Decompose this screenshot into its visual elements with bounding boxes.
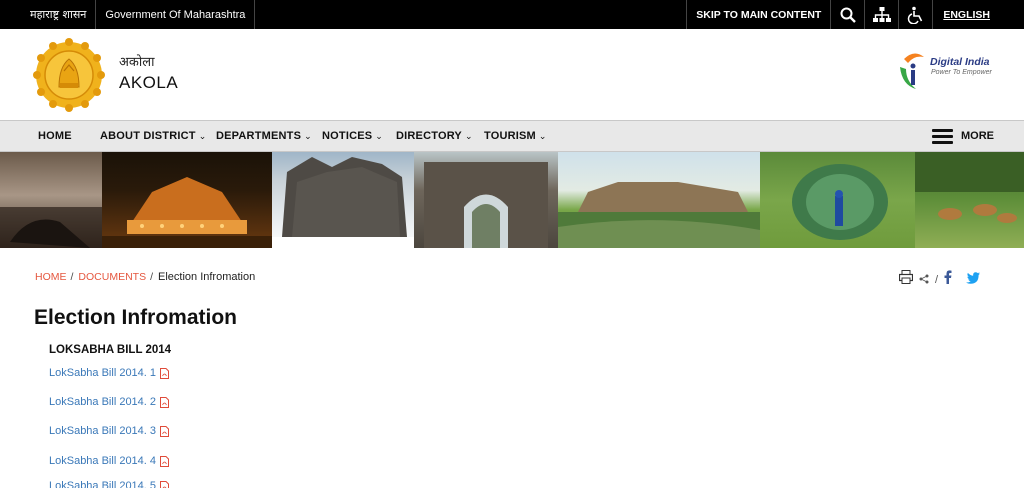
- nav-item-tourism[interactable]: TOURISM ⌄: [484, 121, 547, 151]
- share-icon[interactable]: [919, 271, 929, 289]
- document-link-label: LokSabha Bill 2014. 4: [49, 455, 157, 467]
- pdf-icon: [160, 455, 170, 467]
- document-link-label: LokSabha Bill 2014. 1: [49, 367, 157, 379]
- pdf-icon: [160, 425, 170, 437]
- document-link[interactable]: LokSabha Bill 2014. 2: [49, 396, 170, 408]
- nav-item-label: ABOUT DISTRICT: [100, 130, 196, 142]
- language-link[interactable]: ENGLISH: [932, 0, 1000, 29]
- nav-item-label: DIRECTORY: [396, 130, 462, 142]
- digital-india-title: Digital India: [930, 56, 990, 68]
- site-header: अकोला AKOLA Digital India Power To Empow…: [0, 29, 1024, 120]
- document-link-label: LokSabha Bill 2014. 3: [49, 425, 157, 437]
- site-name-english: AKOLA: [119, 73, 179, 92]
- document-link[interactable]: LokSabha Bill 2014. 3: [49, 425, 170, 437]
- banner-photo-temple-interior: [0, 152, 102, 248]
- accessibility-icon[interactable]: [898, 0, 932, 29]
- document-link-label: LokSabha Bill 2014. 2: [49, 396, 157, 408]
- digital-india-logo[interactable]: Digital India Power To Empower: [896, 51, 996, 93]
- print-icon[interactable]: [898, 270, 914, 289]
- sitemap-icon[interactable]: [864, 0, 898, 29]
- skip-to-main-link[interactable]: SKIP TO MAIN CONTENT: [686, 0, 830, 29]
- chevron-down-icon: ⌄: [375, 131, 384, 141]
- section-heading: LOKSABHA BILL 2014: [49, 344, 172, 356]
- page-title: Election Infromation: [34, 306, 238, 329]
- more-label: MORE: [961, 130, 994, 142]
- document-link[interactable]: LokSabha Bill 2014. 1: [49, 367, 170, 379]
- document-link-label: LokSabha Bill 2014. 5: [49, 480, 157, 488]
- nav-item-label: DEPARTMENTS: [216, 130, 302, 142]
- nav-item-label: NOTICES: [322, 130, 373, 142]
- nav-item-directory[interactable]: DIRECTORY ⌄: [396, 121, 473, 151]
- document-link[interactable]: LokSabha Bill 2014. 5: [49, 480, 170, 488]
- search-icon[interactable]: [830, 0, 864, 29]
- banner-photo-deer: [915, 152, 1024, 248]
- breadcrumb: HOME / DOCUMENTS / Election Infromation: [35, 271, 255, 283]
- top-bar: महाराष्ट्र शासन Government Of Maharashtr…: [0, 0, 1024, 29]
- banner-photo-illuminated-temple: [102, 152, 272, 248]
- nav-item-departments[interactable]: DEPARTMENTS ⌄: [216, 121, 312, 151]
- gov-english-label: Government Of Maharashtra: [96, 0, 256, 29]
- nav-item-label: HOME: [38, 130, 72, 142]
- gov-marathi-label: महाराष्ट्र शासन: [0, 0, 97, 29]
- banner-photo-fort-lake: [558, 152, 760, 248]
- breadcrumb-current: Election Infromation: [158, 271, 256, 283]
- nav-item-notices[interactable]: NOTICES ⌄: [322, 121, 383, 151]
- pdf-icon: [160, 367, 170, 379]
- chevron-down-icon: ⌄: [304, 131, 312, 141]
- maharashtra-emblem-logo[interactable]: [33, 37, 105, 113]
- facebook-icon[interactable]: [944, 270, 952, 289]
- breadcrumb-home-link[interactable]: HOME: [35, 271, 67, 283]
- site-name-marathi: अकोला: [119, 55, 155, 70]
- share-toolbar: /: [898, 270, 980, 289]
- banner-photo-peacock: [760, 152, 915, 248]
- twitter-icon[interactable]: [966, 271, 980, 289]
- nav-item-label: TOURISM: [484, 130, 536, 142]
- banner-photo-stone-temple: [272, 152, 414, 248]
- chevron-down-icon: ⌄: [464, 131, 473, 141]
- nav-item-about-district[interactable]: ABOUT DISTRICT ⌄: [100, 121, 206, 151]
- banner-photo-fort-gate: [414, 152, 558, 248]
- banner-image-strip: [0, 152, 1024, 248]
- share-divider: /: [934, 273, 938, 286]
- breadcrumb-separator: /: [150, 271, 154, 283]
- nav-item-home[interactable]: HOME: [38, 121, 72, 151]
- document-link[interactable]: LokSabha Bill 2014. 4: [49, 455, 170, 467]
- more-menu-button[interactable]: MORE: [932, 121, 994, 151]
- hamburger-icon: [932, 128, 953, 144]
- site-name[interactable]: अकोला AKOLA: [119, 52, 178, 93]
- breadcrumb-documents-link[interactable]: DOCUMENTS: [78, 271, 146, 283]
- pdf-icon: [160, 480, 170, 488]
- pdf-icon: [160, 396, 170, 408]
- chevron-down-icon: ⌄: [538, 131, 547, 141]
- digital-india-tagline: Power To Empower: [931, 69, 992, 76]
- main-navigation: HOME ABOUT DISTRICT ⌄ DEPARTMENTS ⌄ NOTICE…: [0, 120, 1024, 152]
- breadcrumb-separator: /: [70, 271, 74, 283]
- chevron-down-icon: ⌄: [198, 131, 207, 141]
